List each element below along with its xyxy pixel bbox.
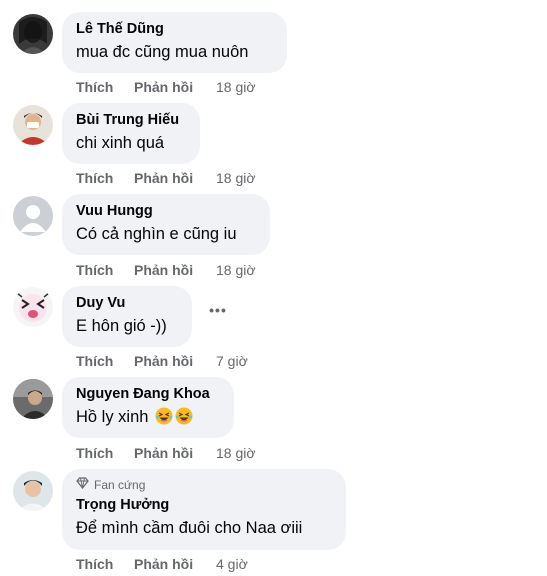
avatar[interactable] xyxy=(13,14,53,54)
comment-text: mua đc cũng mua nuôn xyxy=(76,43,249,61)
like-button[interactable]: Thích xyxy=(76,445,113,461)
more-options-button[interactable]: ••• xyxy=(208,300,228,320)
comment-bubble: Nguyen Đang Khoa Hồ ly xinh xyxy=(62,377,234,438)
comment-text: Để mình cầm đuôi cho Naa ơiii xyxy=(76,519,303,537)
like-button[interactable]: Thích xyxy=(76,79,113,95)
comment-timestamp[interactable]: 7 giờ xyxy=(216,353,248,369)
comment-timestamp[interactable]: 4 giờ xyxy=(216,556,248,572)
like-button[interactable]: Thích xyxy=(76,170,113,186)
comment-timestamp[interactable]: 18 giờ xyxy=(216,445,256,461)
fan-badge[interactable]: Fan cứng xyxy=(76,477,332,493)
reply-button[interactable]: Phản hồi xyxy=(134,445,193,461)
comment-bubble: Duy Vu E hôn gió -)) xyxy=(62,286,192,347)
badge-label: Fan cứng xyxy=(94,478,146,492)
like-button[interactable]: Thích xyxy=(76,556,113,572)
reply-button[interactable]: Phản hồi xyxy=(134,353,193,369)
comment-bubble: Lê Thế Dũng mua đc cũng mua nuôn xyxy=(62,12,287,73)
comment-timestamp[interactable]: 18 giờ xyxy=(216,170,256,186)
comment-timestamp[interactable]: 18 giờ xyxy=(216,262,256,278)
comment-author[interactable]: Trọng Hưởng xyxy=(76,496,332,515)
diamond-icon xyxy=(76,477,89,493)
comment-text-content: Hồ ly xinh xyxy=(76,408,149,426)
avatar[interactable] xyxy=(13,196,53,236)
reply-button[interactable]: Phản hồi xyxy=(134,556,193,572)
comment-author[interactable]: Nguyen Đang Khoa xyxy=(76,385,220,404)
comment-bubble: Fan cứng Trọng Hưởng Để mình cầm đuôi ch… xyxy=(62,469,346,550)
avatar[interactable] xyxy=(13,105,53,145)
comment-bubble: Bùi Trung Hiếu chi xinh quá xyxy=(62,103,200,164)
comment-author[interactable]: Vuu Hungg xyxy=(76,202,256,221)
comment-author[interactable]: Duy Vu xyxy=(76,294,178,313)
avatar[interactable] xyxy=(13,471,53,511)
comment-author[interactable]: Lê Thế Dũng xyxy=(76,20,273,39)
laughing-face-icon xyxy=(155,407,173,425)
reply-button[interactable]: Phản hồi xyxy=(134,79,193,95)
comment-text: Hồ ly xinh xyxy=(76,406,220,428)
reply-button[interactable]: Phản hồi xyxy=(134,262,193,278)
comment-bubble: Vuu Hungg Có cả nghìn e cũng iu xyxy=(62,194,270,255)
comment-timestamp[interactable]: 18 giờ xyxy=(216,79,256,95)
laughing-face-icon xyxy=(175,407,193,425)
like-button[interactable]: Thích xyxy=(76,262,113,278)
comment-text: chi xinh quá xyxy=(76,134,165,152)
comment-text: Có cả nghìn e cũng iu xyxy=(76,225,237,243)
like-button[interactable]: Thích xyxy=(76,353,113,369)
reply-button[interactable]: Phản hồi xyxy=(134,170,193,186)
comment-text: E hôn gió -)) xyxy=(76,317,167,335)
comment-author[interactable]: Bùi Trung Hiếu xyxy=(76,111,186,130)
avatar[interactable] xyxy=(13,379,53,419)
avatar[interactable] xyxy=(13,287,53,327)
